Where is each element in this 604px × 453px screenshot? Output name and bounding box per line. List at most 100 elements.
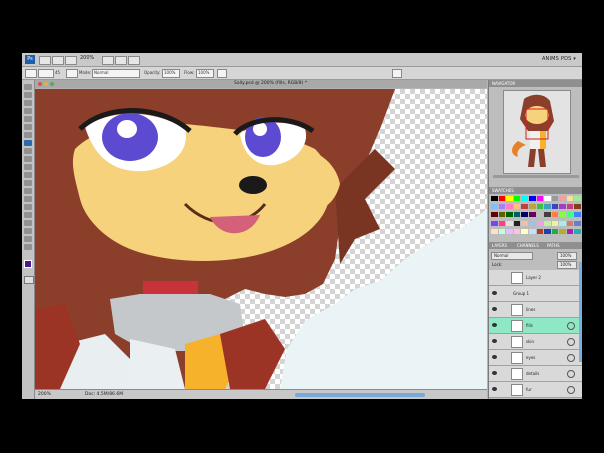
- color-swatch[interactable]: [498, 228, 506, 234]
- color-swatch[interactable]: [491, 212, 498, 218]
- color-swatch[interactable]: [551, 220, 559, 226]
- color-swatch[interactable]: [506, 220, 513, 226]
- layer-row[interactable]: skin: [489, 334, 582, 350]
- color-swatch[interactable]: [513, 212, 521, 218]
- color-swatch[interactable]: [528, 212, 536, 218]
- color-swatch[interactable]: [551, 212, 559, 218]
- color-swatch[interactable]: [559, 228, 566, 234]
- color-swatch[interactable]: [566, 204, 574, 210]
- color-swatch[interactable]: [551, 228, 559, 234]
- pen-tool-icon[interactable]: [24, 196, 32, 202]
- blur-tool-icon[interactable]: [24, 180, 32, 186]
- color-swatch[interactable]: [536, 196, 544, 201]
- color-swatch[interactable]: [559, 204, 566, 210]
- color-swatch[interactable]: [528, 228, 536, 234]
- color-swatch[interactable]: [559, 220, 566, 226]
- color-swatch[interactable]: [521, 228, 528, 234]
- bridge-button[interactable]: [39, 56, 51, 65]
- color-swatch[interactable]: [566, 212, 574, 218]
- color-swatch[interactable]: [544, 196, 551, 201]
- color-swatch[interactable]: [574, 196, 581, 201]
- layers-tab[interactable]: LAYERS: [492, 243, 507, 248]
- swatches-panel-tab[interactable]: SWATCHES: [489, 187, 582, 194]
- brush-size-picker[interactable]: [38, 69, 54, 78]
- color-swatch[interactable]: [551, 196, 559, 201]
- maximize-icon[interactable]: [50, 82, 54, 86]
- magic-wand-tool-icon[interactable]: [24, 108, 32, 114]
- color-swatch[interactable]: [506, 228, 513, 234]
- crop-tool-icon[interactable]: [24, 116, 32, 122]
- eye-icon[interactable]: [492, 387, 497, 391]
- color-swatch[interactable]: [491, 228, 498, 234]
- airbrush-toggle[interactable]: [217, 69, 227, 78]
- layer-row[interactable]: Group 1: [489, 286, 582, 302]
- foreground-color-swatch[interactable]: [24, 260, 32, 268]
- color-swatch[interactable]: [551, 204, 559, 210]
- blend-mode-select[interactable]: Normal: [491, 252, 533, 260]
- close-icon[interactable]: [38, 82, 42, 86]
- eye-icon[interactable]: [492, 323, 497, 327]
- color-swatch[interactable]: [536, 212, 544, 218]
- canvas[interactable]: [35, 89, 487, 389]
- arrange-documents-button[interactable]: [115, 56, 127, 65]
- path-selection-tool-icon[interactable]: [24, 212, 32, 218]
- quick-mask-icon[interactable]: [24, 276, 34, 284]
- clone-stamp-tool-icon[interactable]: [24, 148, 32, 154]
- zoom-level[interactable]: 200%: [80, 55, 94, 61]
- color-swatch[interactable]: [513, 220, 521, 226]
- color-swatch[interactable]: [528, 204, 536, 210]
- mini-bridge-button[interactable]: [52, 56, 64, 65]
- color-swatch[interactable]: [566, 220, 574, 226]
- layers-scrollbar[interactable]: [579, 262, 582, 362]
- history-brush-tool-icon[interactable]: [24, 156, 32, 162]
- navigator-panel-tab[interactable]: NAVIGATOR: [489, 80, 582, 87]
- color-swatch[interactable]: [544, 220, 551, 226]
- gradient-tool-icon[interactable]: [24, 172, 32, 178]
- color-swatch[interactable]: [544, 228, 551, 234]
- lasso-tool-icon[interactable]: [24, 100, 32, 106]
- view-extras-button[interactable]: [65, 56, 77, 65]
- 3d-tool-icon[interactable]: [24, 228, 32, 234]
- layer-fill-field[interactable]: 100%: [557, 261, 577, 269]
- tool-preset-picker[interactable]: [25, 69, 37, 78]
- brush-tool-icon[interactable]: [24, 140, 32, 146]
- color-swatch[interactable]: [521, 196, 528, 201]
- color-swatch[interactable]: [559, 196, 566, 201]
- status-zoom[interactable]: 200%: [38, 392, 51, 397]
- color-swatch[interactable]: [498, 212, 506, 218]
- color-swatch[interactable]: [498, 220, 506, 226]
- layer-effects-icon[interactable]: [567, 338, 575, 346]
- eye-icon[interactable]: [492, 371, 497, 375]
- color-swatch[interactable]: [574, 204, 581, 210]
- minimize-icon[interactable]: [44, 82, 48, 86]
- color-swatch[interactable]: [498, 204, 506, 210]
- hand-tool-button[interactable]: [102, 56, 114, 65]
- hand-tool-icon[interactable]: [24, 236, 32, 242]
- color-swatch[interactable]: [513, 228, 521, 234]
- color-swatch[interactable]: [491, 204, 498, 210]
- layer-effects-icon[interactable]: [567, 386, 575, 394]
- color-swatch[interactable]: [536, 204, 544, 210]
- eyedropper-tool-icon[interactable]: [24, 124, 32, 130]
- eye-icon[interactable]: [492, 291, 497, 295]
- layer-row[interactable]: details: [489, 366, 582, 382]
- zoom-tool-icon[interactable]: [24, 244, 32, 250]
- eye-icon[interactable]: [492, 307, 497, 311]
- layer-row-active[interactable]: fills: [489, 318, 582, 334]
- color-swatch[interactable]: [559, 212, 566, 218]
- layer-row[interactable]: eyes: [489, 350, 582, 366]
- layer-row[interactable]: fur: [489, 382, 582, 398]
- type-tool-icon[interactable]: [24, 204, 32, 210]
- move-tool-icon[interactable]: [24, 84, 32, 90]
- layer-effects-icon[interactable]: [567, 322, 575, 330]
- horizontal-scrollbar[interactable]: [295, 393, 425, 397]
- brush-panel-toggle[interactable]: [66, 69, 78, 78]
- navigator-zoom-slider[interactable]: [493, 175, 579, 178]
- navigator-preview[interactable]: [503, 90, 571, 174]
- color-swatch[interactable]: [506, 212, 513, 218]
- color-swatch[interactable]: [574, 228, 581, 234]
- color-swatch[interactable]: [566, 196, 574, 201]
- color-swatch[interactable]: [536, 220, 544, 226]
- eraser-tool-icon[interactable]: [24, 164, 32, 170]
- color-swatch[interactable]: [498, 196, 506, 201]
